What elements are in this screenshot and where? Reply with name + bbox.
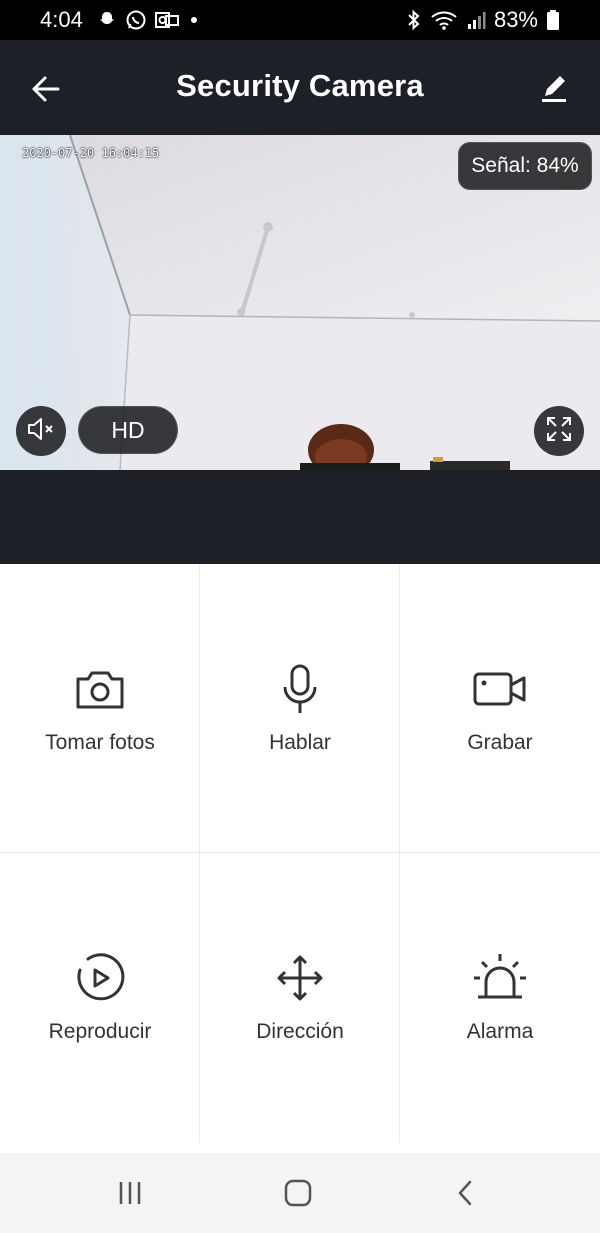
signal-icon — [466, 10, 486, 30]
direction-button[interactable]: Dirección — [200, 853, 400, 1141]
nav-back-icon[interactable] — [446, 1175, 486, 1211]
take-photo-label: Tomar fotos — [45, 731, 155, 754]
talk-label: Hablar — [269, 731, 331, 754]
wifi-icon — [430, 9, 458, 31]
quality-hd-button[interactable]: HD — [78, 406, 178, 454]
talk-button[interactable]: Hablar — [200, 564, 400, 852]
direction-label: Dirección — [256, 1020, 344, 1043]
record-button[interactable]: Grabar — [400, 564, 600, 852]
alarm-siren-icon — [472, 950, 528, 1006]
playback-button[interactable]: Reproducir — [0, 853, 200, 1141]
pencil-icon[interactable] — [538, 72, 570, 104]
bluetooth-icon — [406, 9, 422, 31]
alarm-label: Alarma — [466, 1020, 534, 1043]
whatsapp-icon — [125, 9, 147, 31]
home-icon[interactable] — [278, 1175, 318, 1211]
app-header: Security Camera — [0, 40, 600, 135]
feed-footer-bar — [0, 470, 600, 564]
controls-grid: Tomar fotos Hablar Grabar Reproducir Dir… — [0, 564, 600, 1143]
fullscreen-icon — [545, 415, 573, 448]
recents-icon[interactable] — [110, 1175, 150, 1211]
outlook-icon — [154, 10, 179, 30]
dot-icon — [187, 13, 201, 27]
mute-button[interactable] — [16, 406, 66, 456]
video-camera-icon — [472, 661, 528, 717]
playback-label: Reproducir — [48, 1020, 152, 1043]
alarm-button[interactable]: Alarma — [400, 853, 600, 1141]
status-bar: 4:04 83% — [0, 0, 600, 40]
record-label: Grabar — [467, 731, 533, 754]
status-time: 4:04 — [40, 7, 83, 32]
snapchat-icon — [97, 10, 117, 30]
battery-text: 83% — [493, 7, 538, 32]
battery-icon — [546, 9, 560, 31]
camera-icon — [72, 661, 128, 717]
move-arrows-icon — [272, 950, 328, 1006]
system-nav-bar — [0, 1153, 600, 1233]
fullscreen-button[interactable] — [534, 406, 584, 456]
signal-badge: Señal: 84% — [458, 142, 592, 190]
playback-icon — [72, 950, 128, 1006]
take-photo-button[interactable]: Tomar fotos — [0, 564, 200, 852]
page-title: Security Camera — [176, 68, 424, 103]
feed-timestamp: 2020-07-20 16:04:15 — [22, 146, 160, 160]
volume-muted-icon — [26, 416, 56, 447]
microphone-icon — [272, 661, 328, 717]
